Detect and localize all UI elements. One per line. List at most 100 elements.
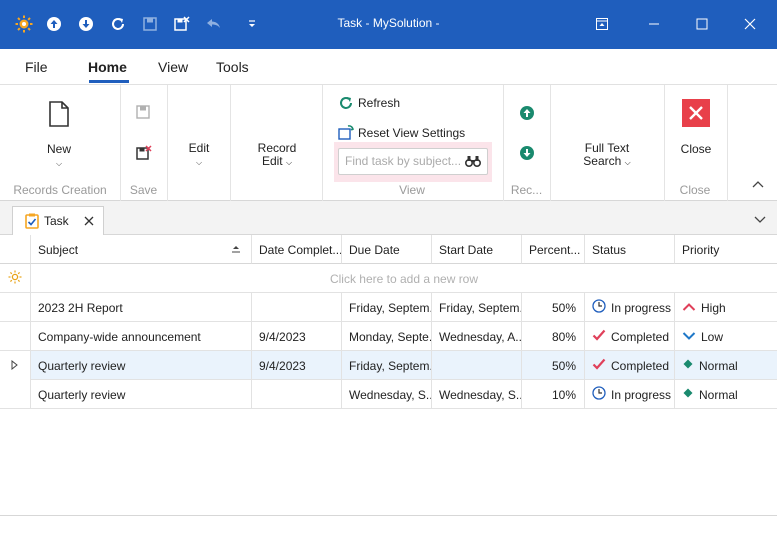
column-header-priority[interactable]: Priority	[675, 235, 777, 264]
table-row-selected[interactable]: Quarterly review 9/4/2023 Friday, Septem…	[0, 351, 777, 380]
tab-file[interactable]: File	[25, 59, 48, 75]
full-text-label-line2: Search	[583, 154, 622, 168]
priority-text: Low	[701, 330, 724, 344]
row-indicator	[0, 380, 31, 409]
refresh-button[interactable]: Refresh	[338, 95, 400, 111]
cell-percent[interactable]: 80%	[522, 322, 585, 351]
refresh-label: Refresh	[358, 96, 401, 110]
close-icon[interactable]	[682, 99, 710, 127]
new-document-icon[interactable]	[48, 101, 70, 130]
cell-start-date[interactable]: Wednesday, A...	[432, 322, 522, 351]
close-button[interactable]: Close	[672, 143, 720, 156]
collapse-ribbon-icon[interactable]	[752, 177, 764, 191]
tab-overflow-chevron-icon[interactable]	[754, 213, 766, 227]
cell-subject[interactable]: Quarterly review	[31, 380, 252, 409]
cell-date-completed[interactable]: 9/4/2023	[252, 351, 342, 380]
reset-view-settings-button[interactable]: Reset View Settings	[338, 125, 465, 141]
cell-priority[interactable]: Normal	[675, 351, 777, 380]
cell-status[interactable]: Completed	[585, 322, 675, 351]
table-row[interactable]: 2023 2H Report Friday, Septem... Friday,…	[0, 293, 777, 322]
cell-date-completed[interactable]	[252, 293, 342, 322]
tab-view[interactable]: View	[158, 59, 188, 75]
arrow-up-icon	[682, 301, 696, 315]
minimize-icon[interactable]	[644, 14, 664, 34]
record-edit-label-line1: Record	[257, 141, 297, 155]
cell-subject[interactable]: 2023 2H Report	[31, 293, 252, 322]
chevron-down-icon: ⌵	[55, 159, 63, 168]
close-tab-icon[interactable]	[84, 215, 94, 229]
chevron-down-icon: ⌵	[195, 158, 203, 167]
cell-priority[interactable]: Low	[675, 322, 777, 351]
edit-button-label: Edit	[188, 141, 210, 155]
tab-home[interactable]: Home	[88, 59, 127, 75]
save-and-close-icon[interactable]	[136, 145, 152, 164]
cell-priority[interactable]: High	[675, 293, 777, 322]
save-icon[interactable]	[136, 105, 150, 122]
ribbon-separator	[167, 85, 168, 201]
restore-layout-icon[interactable]	[592, 14, 612, 34]
edit-button[interactable]: Edit ⌵	[178, 142, 220, 169]
cell-percent[interactable]: 10%	[522, 380, 585, 409]
cell-due-date[interactable]: Monday, Septe...	[342, 322, 432, 351]
group-label-save: Save	[129, 183, 158, 197]
cell-subject[interactable]: Quarterly review	[31, 351, 252, 380]
ribbon: New ⌵ Records Creation Save Edit ⌵ Recor…	[0, 84, 777, 201]
cell-date-completed[interactable]	[252, 380, 342, 409]
full-text-label-line1: Full Text	[584, 141, 630, 155]
chevron-down-icon: ⌵	[285, 158, 293, 167]
status-bar	[0, 515, 777, 553]
table-row[interactable]: Company-wide announcement 9/4/2023 Monda…	[0, 322, 777, 351]
new-item-row[interactable]: Click here to add a new row	[0, 264, 777, 293]
status-text: In progress	[611, 388, 672, 402]
sort-ascending-icon	[231, 244, 241, 258]
cell-status[interactable]: Completed	[585, 351, 675, 380]
cell-status[interactable]: In progress	[585, 380, 675, 409]
reset-view-icon	[338, 125, 354, 140]
cell-percent[interactable]: 50%	[522, 351, 585, 380]
table-row[interactable]: Quarterly review Wednesday, S... Wednesd…	[0, 380, 777, 409]
full-text-search-button[interactable]: Full Text Search ⌵	[568, 142, 646, 169]
cell-status[interactable]: In progress	[585, 293, 675, 322]
document-tab-label: Task	[44, 214, 69, 228]
group-label-records-navigation: Rec...	[510, 183, 543, 197]
column-header-start-date[interactable]: Start Date	[432, 235, 522, 264]
search-input[interactable]	[345, 154, 463, 168]
new-row-sun-icon	[0, 264, 31, 293]
previous-record-icon[interactable]	[519, 105, 535, 124]
row-indicator-header	[0, 235, 31, 264]
cell-date-completed[interactable]: 9/4/2023	[252, 322, 342, 351]
column-header-date-completed[interactable]: Date Complet...	[252, 235, 342, 264]
status-text: Completed	[611, 359, 670, 373]
cell-start-date[interactable]: Wednesday, S...	[432, 380, 522, 409]
column-header-percent[interactable]: Percent...	[522, 235, 585, 264]
chevron-down-icon: ⌵	[624, 158, 631, 167]
task-icon	[25, 213, 39, 232]
cell-start-date[interactable]: Friday, Septem...	[432, 293, 522, 322]
search-highlight	[334, 142, 492, 182]
cell-due-date[interactable]: Friday, Septem...	[342, 351, 432, 380]
search-box[interactable]	[338, 148, 488, 175]
cell-due-date[interactable]: Friday, Septem...	[342, 293, 432, 322]
binoculars-icon[interactable]	[464, 154, 482, 171]
column-header-due-date[interactable]: Due Date	[342, 235, 432, 264]
column-header-subject[interactable]: Subject	[31, 235, 252, 264]
diamond-icon	[682, 387, 694, 402]
cell-due-date[interactable]: Wednesday, S...	[342, 380, 432, 409]
cell-subject[interactable]: Company-wide announcement	[31, 322, 252, 351]
group-label-close: Close	[679, 183, 711, 197]
new-button[interactable]: New ⌵	[38, 143, 80, 170]
cell-start-date[interactable]	[432, 351, 522, 380]
current-row-indicator-icon	[0, 351, 31, 380]
priority-text: Normal	[699, 359, 738, 373]
close-window-icon[interactable]	[740, 14, 760, 34]
tab-tools[interactable]: Tools	[216, 59, 249, 75]
ribbon-separator	[550, 85, 551, 201]
cell-priority[interactable]: Normal	[675, 380, 777, 409]
cell-percent[interactable]: 50%	[522, 293, 585, 322]
maximize-icon[interactable]	[692, 14, 712, 34]
record-edit-button[interactable]: Record Edit ⌵	[244, 142, 310, 169]
column-header-status[interactable]: Status	[585, 235, 675, 264]
document-tab-task[interactable]: Task	[12, 206, 104, 236]
group-label-view: View	[399, 183, 425, 197]
next-record-icon[interactable]	[519, 145, 535, 164]
